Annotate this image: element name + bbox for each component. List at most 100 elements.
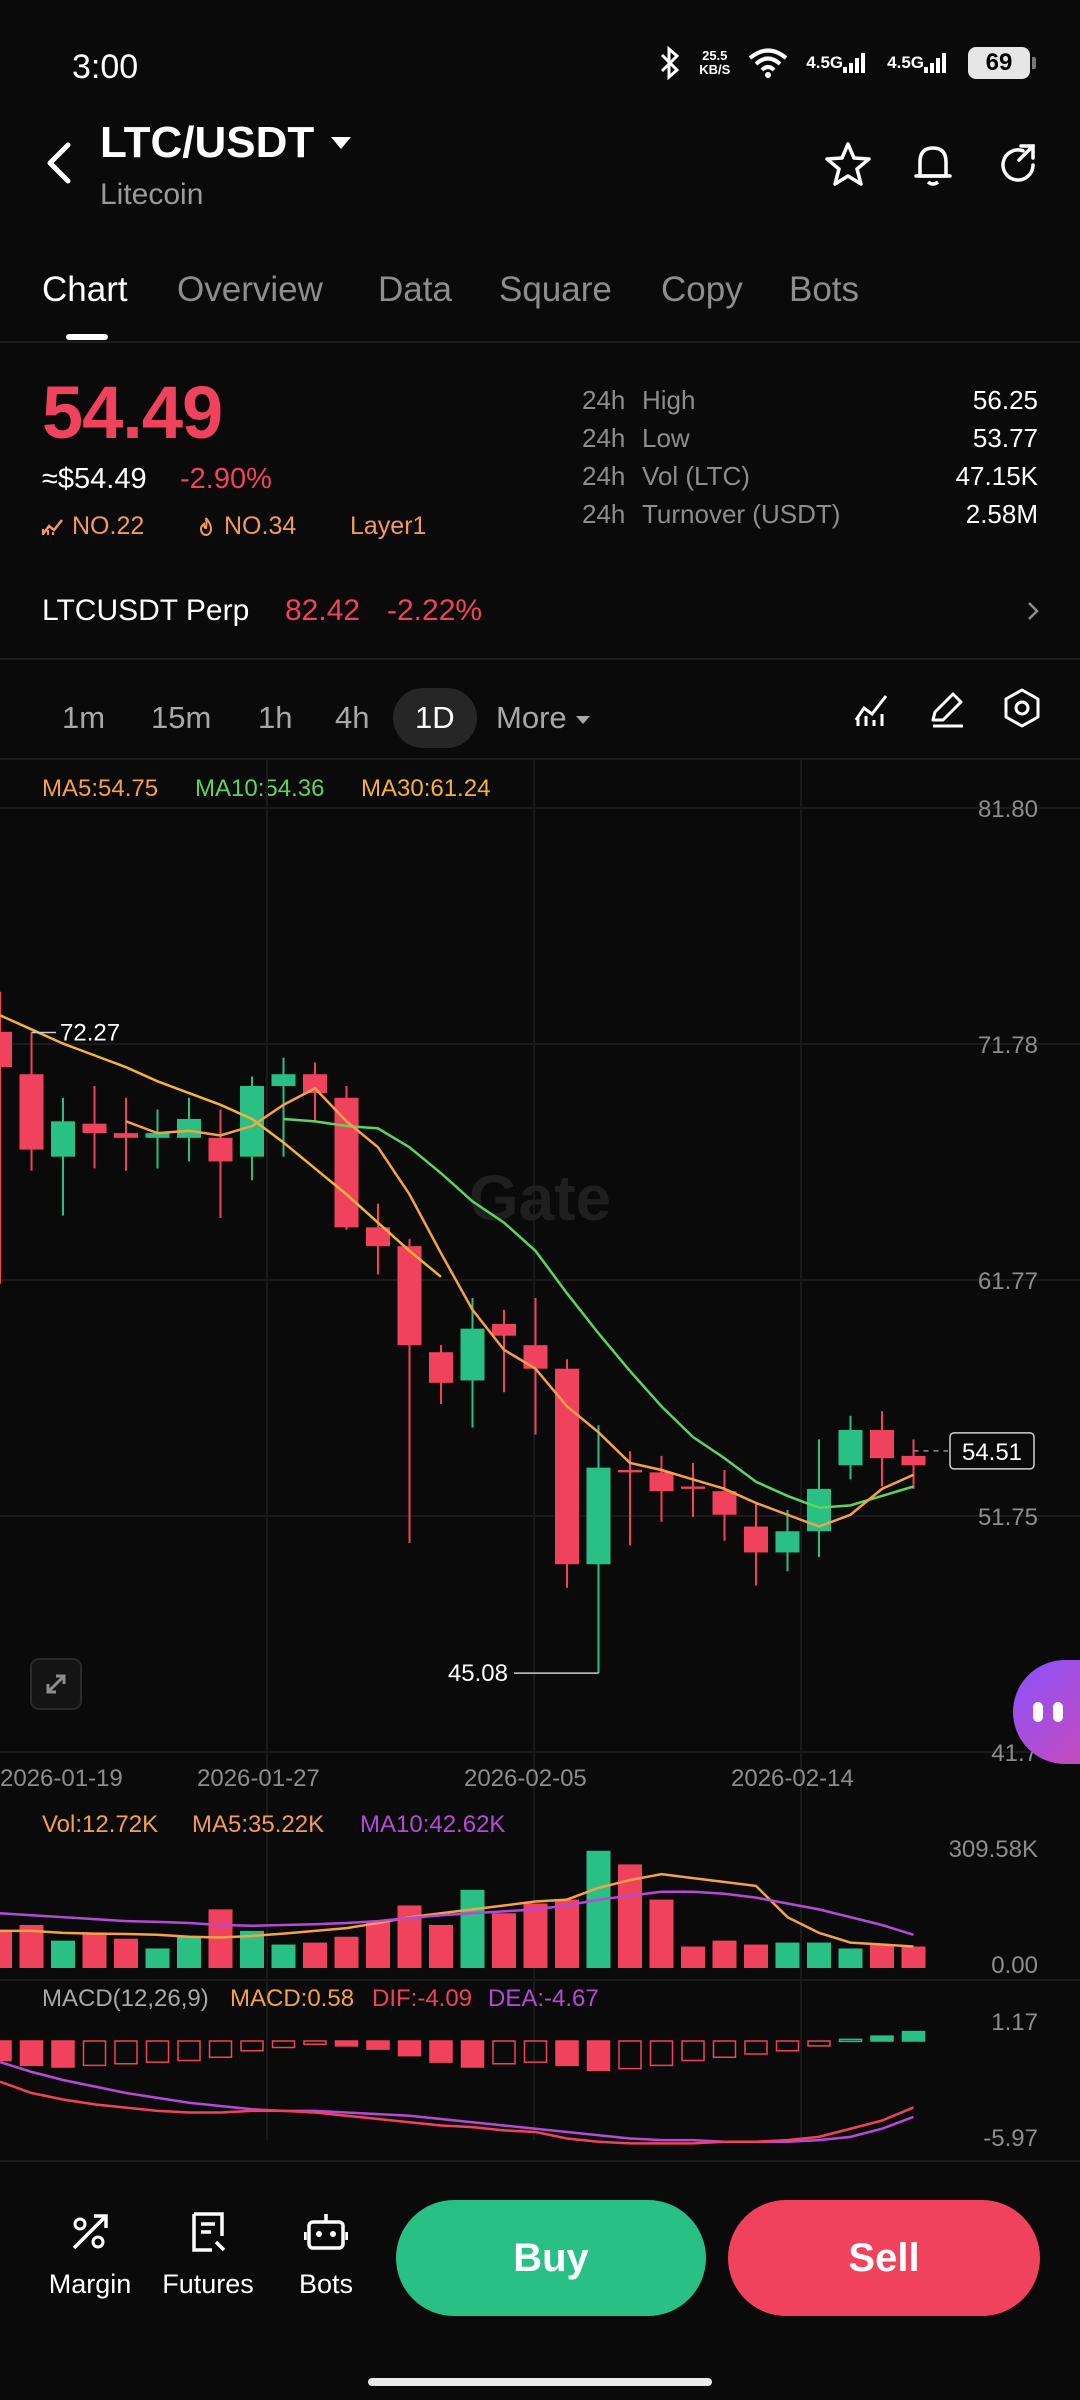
y-axis-label: 71.78 (978, 1032, 1038, 1059)
star-icon[interactable] (823, 140, 873, 190)
candle-body (303, 1074, 327, 1094)
candle-body (460, 1328, 485, 1381)
macd-bar (145, 2040, 170, 2063)
rank-chart-icon (42, 518, 63, 535)
volume-bar (586, 1850, 611, 1968)
divider (0, 2160, 1080, 2162)
candle-body (901, 1455, 926, 1466)
futures-doc-icon (192, 2212, 226, 2252)
macd-bar (555, 2040, 579, 2067)
volume-bar (303, 1942, 327, 1968)
volume-bar (82, 1932, 107, 1968)
cell-signal-1: 4.5G (806, 53, 869, 73)
candle-body (712, 1491, 737, 1515)
volume-bar (51, 1940, 75, 1968)
candle-body (208, 1137, 233, 1162)
candle-body (0, 1031, 12, 1068)
tab-bots[interactable]: Bots (789, 270, 859, 310)
dea-line (0, 2060, 914, 2143)
macd-bar (586, 2040, 611, 2072)
macd-bar (744, 2040, 768, 2055)
signal-bars-icon (924, 53, 946, 73)
macd-bar (775, 2040, 800, 2052)
tab-data[interactable]: Data (378, 270, 452, 310)
tf-more[interactable]: More (496, 688, 591, 748)
tab-chart[interactable]: Chart (42, 270, 128, 310)
macd-bar (838, 2038, 863, 2043)
dif-legend: DIF:-4.09 (372, 1985, 472, 2012)
macd-bar (208, 2040, 233, 2059)
volume-bar (649, 1899, 674, 1968)
wifi-icon (749, 48, 788, 78)
candle-body (838, 1429, 863, 1466)
macd-bar (681, 2040, 705, 2062)
buy-button[interactable]: Buy (396, 2200, 706, 2316)
bell-icon[interactable] (908, 140, 958, 190)
draw-pen-icon[interactable] (925, 686, 969, 730)
volume-bar (0, 1930, 12, 1968)
candle-body (681, 1486, 705, 1489)
y-axis-label: 61.77 (978, 1268, 1038, 1295)
tab-copy[interactable]: Copy (661, 270, 743, 310)
x-axis-label: 2026-01-19 (0, 1765, 123, 1792)
macd-value-legend: MACD:0.58 (230, 1985, 354, 2012)
macd-bar (649, 2040, 674, 2067)
tab-overview[interactable]: Overview (177, 270, 323, 310)
macd-bar (460, 2040, 485, 2068)
bots-button[interactable]: Bots (276, 2210, 376, 2300)
fullscreen-icon[interactable] (30, 1658, 82, 1710)
macd-bar (366, 2040, 390, 2050)
tf-15m[interactable]: 15m (151, 688, 211, 748)
macd-bar (240, 2040, 264, 2052)
battery-indicator: 69 (968, 47, 1036, 79)
flame-icon (199, 516, 213, 536)
chevron-right-icon (1028, 602, 1039, 620)
candle-body (177, 1118, 201, 1138)
sell-button[interactable]: Sell (728, 2200, 1040, 2316)
min-marker-label: 45.08 (448, 1660, 508, 1687)
futures-button[interactable]: Futures (158, 2210, 258, 2300)
tf-1m[interactable]: 1m (62, 688, 105, 748)
margin-button[interactable]: Margin (40, 2210, 140, 2300)
hot-rank[interactable]: NO.34 (196, 512, 296, 541)
caret-down-icon (331, 137, 352, 149)
status-time: 3:00 (72, 48, 139, 86)
macd-bar (334, 2040, 359, 2047)
candle-body (775, 1531, 800, 1553)
dea-legend: DEA:-4.67 (488, 1985, 599, 2012)
price-usd: ≈$54.49 (42, 463, 147, 495)
home-indicator[interactable] (368, 2378, 712, 2386)
macd-bar (82, 2040, 107, 2067)
category-tag[interactable]: Layer1 (350, 512, 426, 541)
candle-body (492, 1323, 516, 1336)
stat-high: 24h High 56.25 (582, 385, 1038, 415)
pair-name: LTC/USDT (100, 118, 315, 167)
volume-bar (397, 1905, 422, 1968)
tf-1h[interactable]: 1h (258, 688, 292, 748)
candle-body (586, 1467, 611, 1565)
indicators-icon[interactable] (850, 686, 894, 730)
macd-min-label: -5.97 (983, 2125, 1038, 2152)
chart-settings-icon[interactable] (1000, 686, 1044, 730)
signal-bars-icon (843, 53, 866, 73)
assistant-eye (1033, 1702, 1043, 1722)
volume-bar (366, 1921, 390, 1968)
margin-icon (72, 2214, 108, 2250)
market-cap-rank[interactable]: NO.22 (42, 512, 144, 541)
main-tabs: Chart Overview Data Square Copy Bots (0, 262, 1080, 342)
macd-bar (19, 2040, 44, 2067)
tab-square[interactable]: Square (499, 270, 612, 310)
tf-1d[interactable]: 1D (393, 688, 477, 748)
volume-bar (744, 1944, 768, 1968)
share-icon[interactable] (993, 140, 1043, 190)
last-price: 54.49 (42, 371, 223, 454)
pair-selector[interactable]: LTC/USDT (100, 118, 352, 168)
x-axis-label: 2026-02-14 (731, 1765, 854, 1792)
back-button[interactable] (36, 135, 82, 191)
vol-ma10-legend: MA10:42.62K (360, 1811, 505, 1838)
macd-bar (618, 2040, 642, 2070)
kline-chart[interactable]: Gate81.8071.7861.7751.7541.772.2745.0854… (0, 760, 1080, 2160)
tf-4h[interactable]: 4h (335, 688, 369, 748)
candle-body (649, 1472, 674, 1492)
candle-body (82, 1123, 107, 1134)
